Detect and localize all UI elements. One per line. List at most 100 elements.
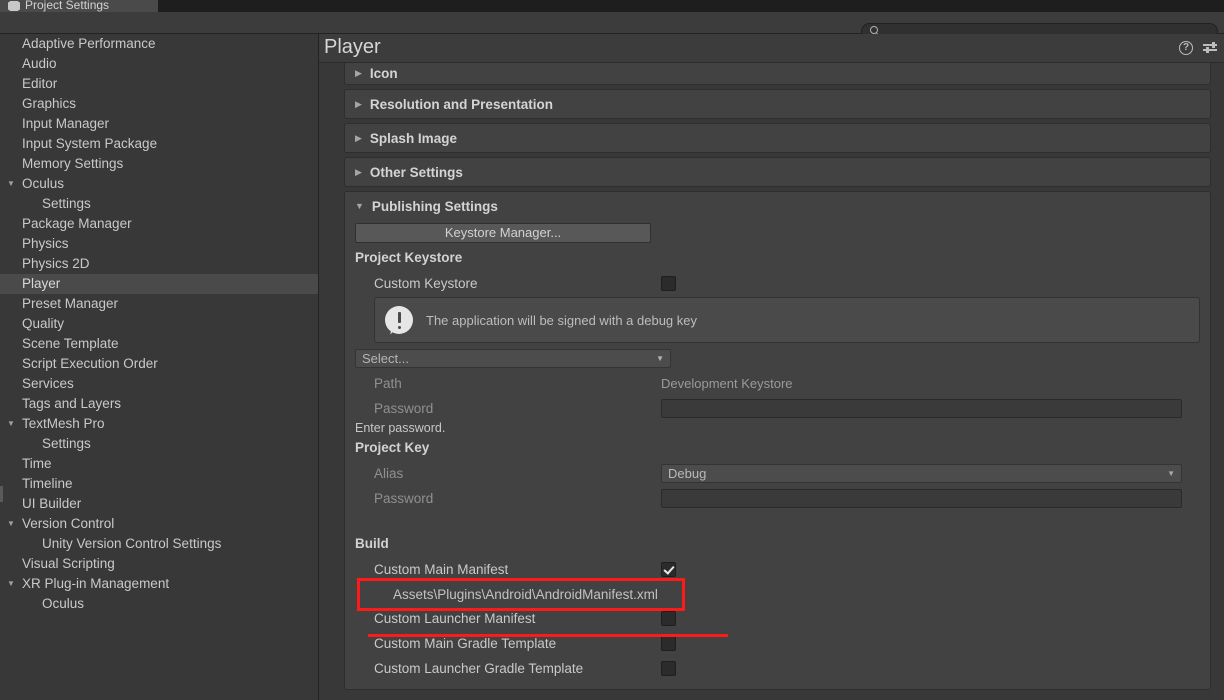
preset-icon[interactable] bbox=[1203, 41, 1217, 55]
sidebar-item-physics[interactable]: Physics bbox=[0, 234, 318, 254]
foldout-splash-image[interactable]: ▶ Splash Image bbox=[344, 123, 1211, 153]
sidebar-item-editor[interactable]: Editor bbox=[0, 74, 318, 94]
custom-keystore-checkbox[interactable] bbox=[661, 276, 676, 291]
custom-main-manifest-checkbox[interactable] bbox=[661, 562, 676, 577]
custom-main-gradle-template-label: Custom Main Gradle Template bbox=[374, 636, 557, 651]
sidebar-item-script-execution-order[interactable]: Script Execution Order bbox=[0, 354, 318, 374]
keystore-password-label: Password bbox=[374, 401, 434, 416]
sidebar-item-label: Memory Settings bbox=[22, 156, 124, 171]
sidebar-item-tags-and-layers[interactable]: Tags and Layers bbox=[0, 394, 318, 414]
foldout-icon[interactable]: ▶ Icon bbox=[344, 63, 1211, 85]
key-password-row: Password bbox=[355, 486, 1200, 511]
sidebar-item-player[interactable]: Player bbox=[0, 274, 318, 294]
custom-launcher-gradle-template-checkbox[interactable] bbox=[661, 661, 676, 676]
help-icon[interactable]: ? bbox=[1179, 41, 1193, 55]
sidebar-item-label: Time bbox=[22, 456, 52, 471]
sidebar-item-label: Physics bbox=[22, 236, 69, 251]
sidebar-item-label: Services bbox=[22, 376, 74, 391]
sidebar-item-label: Player bbox=[22, 276, 61, 291]
sidebar-item-quality[interactable]: Quality bbox=[0, 314, 318, 334]
chevron-right-icon: ▶ bbox=[355, 166, 362, 177]
foldout-publishing-settings-header[interactable]: ▼ Publishing Settings bbox=[345, 192, 1210, 221]
chevron-down-icon[interactable]: ▼ bbox=[7, 574, 15, 594]
project-key-heading: Project Key bbox=[355, 440, 430, 455]
warning-icon bbox=[385, 306, 413, 336]
tab-project-settings[interactable]: Project Settings bbox=[0, 0, 158, 12]
sidebar-item-label: Tags and Layers bbox=[22, 396, 122, 411]
chevron-down-icon[interactable]: ▼ bbox=[7, 514, 15, 534]
player-settings-panel: Player ? ▶ Icon ▶ Resolution and Present… bbox=[319, 34, 1224, 700]
foldout-label: Icon bbox=[369, 66, 398, 81]
foldout-label: Publishing Settings bbox=[371, 199, 498, 214]
sidebar-item-label: Input Manager bbox=[22, 116, 110, 131]
chevron-down-icon[interactable]: ▼ bbox=[7, 174, 15, 194]
sidebar-item-label: Input System Package bbox=[22, 136, 158, 151]
sidebar-item-preset-manager[interactable]: Preset Manager bbox=[0, 294, 318, 314]
project-keystore-heading: Project Keystore bbox=[355, 250, 463, 265]
sidebar-item-label: Package Manager bbox=[22, 216, 132, 231]
sidebar-item-input-manager[interactable]: Input Manager bbox=[0, 114, 318, 134]
sidebar-item-label: Oculus bbox=[42, 596, 85, 611]
foldout-label: Other Settings bbox=[369, 164, 463, 180]
sidebar-item-textmesh-pro[interactable]: ▼ TextMesh Pro bbox=[0, 414, 318, 434]
custom-launcher-manifest-label: Custom Launcher Manifest bbox=[374, 611, 536, 626]
sidebar-item-adaptive-performance[interactable]: Adaptive Performance bbox=[0, 34, 318, 54]
custom-main-manifest-label: Custom Main Manifest bbox=[374, 562, 509, 577]
sidebar-item-memory-settings[interactable]: Memory Settings bbox=[0, 154, 318, 174]
sidebar-item-scene-template[interactable]: Scene Template bbox=[0, 334, 318, 354]
sidebar-item-visual-scripting[interactable]: Visual Scripting bbox=[0, 554, 318, 574]
custom-keystore-label: Custom Keystore bbox=[374, 276, 478, 291]
custom-keystore-row: Custom Keystore bbox=[355, 271, 1200, 296]
sidebar-item-xr-plug-in-management[interactable]: ▼ XR Plug-in Management bbox=[0, 574, 318, 594]
page-title: Player bbox=[324, 36, 381, 58]
settings-category-tree[interactable]: Adaptive Performance Audio Editor Graphics I… bbox=[0, 34, 319, 700]
debug-key-info-box: The application will be signed with a de… bbox=[374, 297, 1200, 343]
sidebar-item-label: Visual Scripting bbox=[22, 556, 115, 571]
scrollbar-nub[interactable] bbox=[0, 486, 3, 502]
sidebar-item-time[interactable]: Time bbox=[0, 454, 318, 474]
foldout-other-settings[interactable]: ▶ Other Settings bbox=[344, 157, 1211, 187]
sidebar-item-settings[interactable]: Settings bbox=[0, 434, 318, 454]
chevron-down-icon[interactable]: ▼ bbox=[7, 414, 15, 434]
sidebar-item-oculus[interactable]: Oculus bbox=[0, 594, 318, 614]
manifest-path-row: Assets\Plugins\Android\AndroidManifest.x… bbox=[355, 582, 1200, 606]
sidebar-item-label: TextMesh Pro bbox=[22, 416, 105, 431]
tab-strip: Project Settings bbox=[0, 0, 1224, 12]
foldout-resolution-and-presentation[interactable]: ▶ Resolution and Presentation bbox=[344, 89, 1211, 119]
keystore-select-value: Select... bbox=[362, 351, 409, 366]
sidebar-item-settings[interactable]: Settings bbox=[0, 194, 318, 214]
custom-main-gradle-template-row: Custom Main Gradle Template bbox=[355, 631, 1200, 656]
alias-dropdown[interactable]: Debug ▼ bbox=[661, 464, 1182, 483]
alias-label: Alias bbox=[374, 466, 404, 481]
sidebar-item-label: XR Plug-in Management bbox=[22, 576, 170, 591]
keystore-manager-button[interactable]: Keystore Manager... bbox=[355, 223, 651, 243]
keystore-select-dropdown[interactable]: Select... ▼ bbox=[355, 349, 671, 368]
sidebar-item-package-manager[interactable]: Package Manager bbox=[0, 214, 318, 234]
custom-main-gradle-template-checkbox[interactable] bbox=[661, 636, 676, 651]
key-password-label: Password bbox=[374, 491, 434, 506]
sidebar-item-services[interactable]: Services bbox=[0, 374, 318, 394]
sidebar-item-physics-2d[interactable]: Physics 2D bbox=[0, 254, 318, 274]
foldout-label: Resolution and Presentation bbox=[369, 96, 553, 112]
password-hint: Enter password. bbox=[355, 421, 446, 435]
unity-project-settings-window: Project Settings Adaptive Performance Aud… bbox=[0, 0, 1224, 700]
chevron-right-icon: ▶ bbox=[355, 98, 362, 109]
sidebar-item-oculus[interactable]: ▼ Oculus bbox=[0, 174, 318, 194]
keystore-password-input[interactable] bbox=[661, 399, 1182, 418]
keystore-password-row: Password bbox=[355, 396, 1200, 421]
foldout-label: Splash Image bbox=[369, 130, 457, 146]
publishing-settings-content: Keystore Manager... Project Keystore Cus… bbox=[345, 223, 1210, 681]
manifest-path-value: Assets\Plugins\Android\AndroidManifest.x… bbox=[393, 586, 658, 602]
panel-body: ▶ Icon ▶ Resolution and Presentation ▶ S… bbox=[319, 63, 1224, 700]
sidebar-item-input-system-package[interactable]: Input System Package bbox=[0, 134, 318, 154]
sidebar-item-timeline[interactable]: Timeline bbox=[0, 474, 318, 494]
custom-main-manifest-row: Custom Main Manifest bbox=[355, 557, 1200, 582]
sidebar-item-unity-version-control-settings[interactable]: Unity Version Control Settings bbox=[0, 534, 318, 554]
sidebar-item-ui-builder[interactable]: UI Builder bbox=[0, 494, 318, 514]
chevron-down-icon: ▼ bbox=[355, 201, 364, 211]
sidebar-item-version-control[interactable]: ▼ Version Control bbox=[0, 514, 318, 534]
key-password-input[interactable] bbox=[661, 489, 1182, 508]
custom-launcher-manifest-checkbox[interactable] bbox=[661, 611, 676, 626]
sidebar-item-audio[interactable]: Audio bbox=[0, 54, 318, 74]
sidebar-item-graphics[interactable]: Graphics bbox=[0, 94, 318, 114]
